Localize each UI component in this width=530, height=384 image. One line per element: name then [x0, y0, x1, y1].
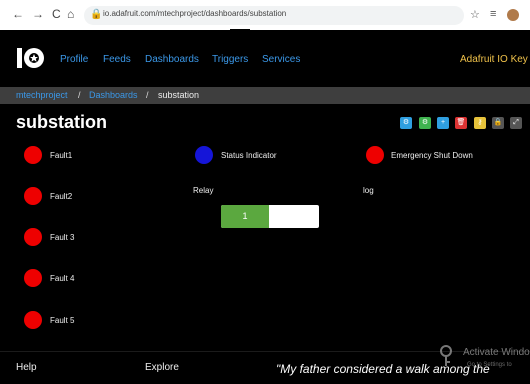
- fault1-indicator: [24, 146, 42, 164]
- fault4-label: Fault 4: [50, 274, 75, 283]
- plus-icon[interactable]: +: [437, 117, 449, 129]
- url-text[interactable]: io.adafruit.com/mtechproject/dashboards/…: [103, 9, 286, 18]
- fault2-label: Fault2: [50, 192, 73, 201]
- footer-quote: "My father considered a walk among the: [276, 362, 490, 376]
- fault3-label: Fault 3: [50, 233, 75, 242]
- breadcrumb-current: substation: [158, 90, 200, 100]
- browser-toolbar: ← → C ⌂ 🔒 io.adafruit.com/mtechproject/d…: [0, 0, 530, 30]
- relay-label: Relay: [193, 186, 214, 195]
- activate-windows-watermark: Activate Windo: [463, 347, 530, 358]
- footer-help-heading: Help: [16, 362, 37, 373]
- key-icon[interactable]: ⚷: [474, 117, 486, 129]
- breadcrumb-separator: /: [78, 90, 81, 100]
- extensions-icon[interactable]: ≡: [490, 8, 496, 20]
- address-bar[interactable]: 🔒 io.adafruit.com/mtechproject/dashboard…: [84, 6, 464, 25]
- watermark-key-icon: [440, 345, 452, 366]
- star-icon[interactable]: ☆: [470, 8, 480, 21]
- nav-feeds[interactable]: Feeds: [103, 54, 131, 65]
- toggle-value: 1: [242, 211, 248, 221]
- forward-icon[interactable]: →: [32, 7, 44, 21]
- status-indicator-label: Status Indicator: [221, 151, 277, 160]
- adafruit-io-key-link[interactable]: Adafruit IO Key: [460, 54, 528, 65]
- fault3-indicator: [24, 228, 42, 246]
- fault4-indicator: [24, 269, 42, 287]
- nav-triggers[interactable]: Triggers: [212, 54, 248, 65]
- log-label: log: [363, 186, 374, 195]
- nav-profile[interactable]: Profile: [60, 54, 88, 65]
- home-icon[interactable]: ⌂: [67, 7, 74, 21]
- trash-icon[interactable]: 🗑: [455, 117, 467, 129]
- fullscreen-icon[interactable]: ⤢: [510, 117, 522, 129]
- settings-icon[interactable]: ⚙: [419, 117, 431, 129]
- nav-services[interactable]: Services: [262, 54, 300, 65]
- breadcrumb-user[interactable]: mtechproject: [16, 90, 68, 100]
- reload-icon[interactable]: C: [52, 7, 61, 21]
- gear-icon[interactable]: ⚙: [400, 117, 412, 129]
- status-indicator: [195, 146, 213, 164]
- lock-icon[interactable]: 🔒: [492, 117, 504, 129]
- adafruit-io-logo[interactable]: [17, 45, 45, 71]
- fault1-label: Fault1: [50, 151, 73, 160]
- profile-avatar[interactable]: [507, 9, 519, 21]
- fault5-label: Fault 5: [50, 316, 75, 325]
- page-title: substation: [16, 112, 108, 132]
- emergency-label: Emergency Shut Down: [391, 151, 473, 160]
- relay-toggle[interactable]: 1: [221, 205, 319, 228]
- breadcrumb-separator: /: [146, 90, 149, 100]
- breadcrumb: mtechproject / Dashboards / substation: [0, 87, 530, 104]
- back-icon[interactable]: ←: [12, 7, 24, 21]
- activate-windows-subtext: Go to Settings to: [467, 362, 512, 368]
- breadcrumb-dashboards[interactable]: Dashboards: [89, 90, 138, 100]
- footer-explore-heading: Explore: [145, 362, 179, 373]
- emergency-indicator: [366, 146, 384, 164]
- lock-icon: 🔒: [90, 9, 103, 20]
- fault2-indicator: [24, 187, 42, 205]
- fault5-indicator: [24, 311, 42, 329]
- nav-dashboards[interactable]: Dashboards: [145, 54, 199, 65]
